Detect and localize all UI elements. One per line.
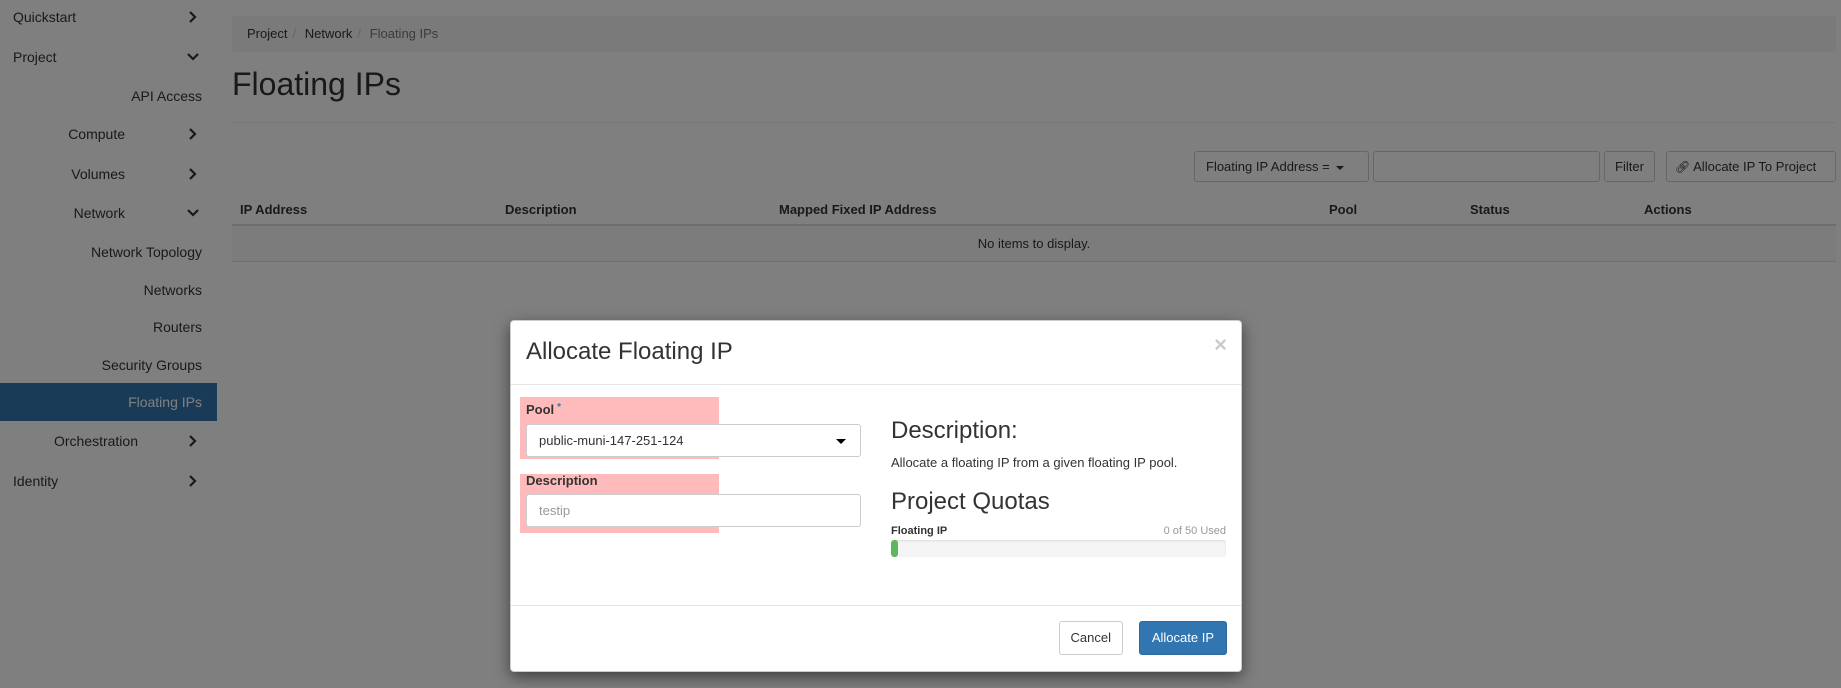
pool-label-text: Pool <box>526 402 555 417</box>
description-label: Description <box>526 473 598 488</box>
modal-footer: Cancel Allocate IP <box>511 605 1241 671</box>
caret-down-icon <box>836 439 846 444</box>
pool-select[interactable]: public-muni-147-251-124 <box>526 424 861 457</box>
pool-label: Pool * <box>526 402 561 417</box>
close-icon[interactable]: × <box>1214 332 1227 358</box>
allocate-floating-ip-dialog: Allocate Floating IP × Pool * public-muni… <box>510 320 1242 672</box>
modal-title: Allocate Floating IP <box>526 338 733 365</box>
quota-title: Project Quotas <box>891 488 1050 515</box>
quota-used: 0 of 50 Used <box>1163 525 1226 537</box>
quota-progress <box>891 540 1226 557</box>
help-text: Allocate a floating IP from a given floa… <box>891 455 1178 470</box>
allocate-ip-submit-button[interactable]: Allocate IP <box>1138 621 1227 655</box>
help-title: Description: <box>891 417 1018 444</box>
cancel-button[interactable]: Cancel <box>1058 621 1123 655</box>
description-input[interactable]: testip <box>526 494 861 527</box>
quota-progress-bar <box>891 540 898 557</box>
modal-header: Allocate Floating IP × <box>511 321 1241 385</box>
quota-label: Floating IP <box>891 525 948 537</box>
pool-select-value: public-muni-147-251-124 <box>539 433 684 448</box>
required-marker: * <box>557 402 562 413</box>
